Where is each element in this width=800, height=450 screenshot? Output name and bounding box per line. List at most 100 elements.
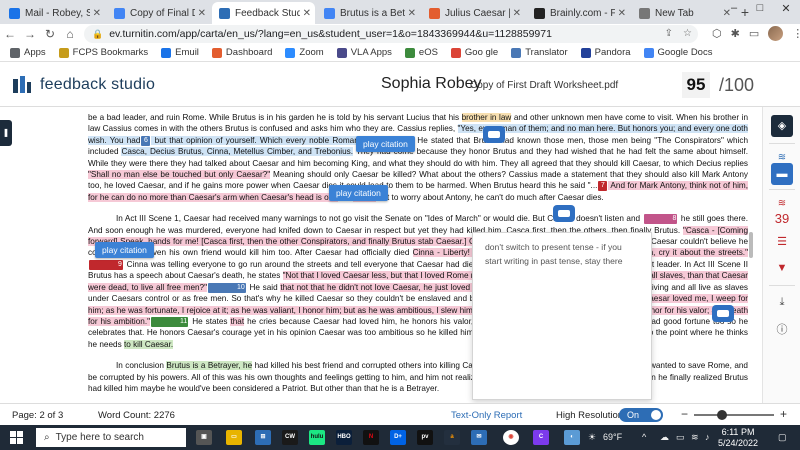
wifi-icon[interactable]: ≋ (691, 432, 699, 443)
address-bar[interactable]: 🔒 ev.turnitin.com/app/carta/en_us/?lang=… (84, 25, 698, 43)
close-window-icon[interactable]: ✕ (774, 2, 798, 15)
profile-avatar[interactable] (768, 26, 784, 41)
zoom-in-icon[interactable]: + (780, 407, 787, 421)
home-icon[interactable]: ⌂ (60, 27, 80, 41)
download-icon[interactable]: ⤓ (771, 291, 793, 313)
close-tab-icon[interactable]: ✕ (408, 8, 416, 19)
amazon-icon[interactable]: a (444, 430, 460, 445)
citation-marker[interactable]: 8 (643, 214, 678, 225)
notification-icon[interactable]: ▢ (778, 432, 787, 443)
taskbar-search-placeholder: Type here to search (55, 432, 144, 443)
quickmark-comment-icon[interactable]: ▬ (771, 163, 793, 185)
play-citation-button[interactable]: play citation (329, 185, 388, 201)
taskbar-search-box[interactable]: ⌕ Type here to search (36, 428, 186, 447)
citation-marker[interactable]: 10 (208, 282, 246, 293)
bookmark-item[interactable]: Google Docs (643, 47, 712, 58)
bookmark-item[interactable]: Apps (10, 47, 46, 58)
zoom-slider-handle[interactable] (717, 410, 727, 420)
close-tab-icon[interactable]: ✕ (198, 8, 206, 19)
hulu-icon[interactable]: hulu (309, 430, 325, 445)
similarity-count[interactable]: 39 (767, 211, 797, 226)
browser-tab[interactable]: Copy of Final Draft✕ (107, 2, 210, 24)
extensions-puzzle-icon[interactable]: ✱ (731, 27, 740, 40)
minimize-icon[interactable]: – (722, 2, 746, 14)
bookmark-item[interactable]: eOS (404, 47, 438, 58)
highlighted-text[interactable]: that (230, 316, 245, 326)
windows-start-icon[interactable] (10, 431, 23, 444)
text-only-report-link[interactable]: Text-Only Report (451, 410, 522, 421)
info-icon[interactable]: ⓘ (771, 319, 793, 341)
bookmark-label: Apps (24, 47, 46, 58)
forward-icon[interactable]: → (20, 27, 40, 41)
bookmark-item[interactable]: Translator (511, 47, 568, 58)
app-icon[interactable]: ◐ (564, 430, 580, 445)
system-clock[interactable]: 6:11 PM 5/24/2022 (718, 427, 758, 449)
share-icon[interactable]: ⇪ (665, 25, 673, 43)
extension-icon[interactable]: ⬡ (712, 27, 722, 40)
bookmark-item[interactable]: Zoom (285, 47, 324, 58)
netflix-icon[interactable]: N (363, 430, 379, 445)
back-icon[interactable]: ← (0, 27, 20, 41)
menu-kebab-icon[interactable]: ⋮ (792, 27, 800, 40)
play-citation-button[interactable]: play citation (356, 136, 415, 152)
browser-tab[interactable]: Julius Caesar | Act✕ (422, 2, 525, 24)
comment-popup[interactable]: don't switch to present tense - if you s… (472, 232, 652, 400)
citation-marker[interactable]: 7 (598, 181, 608, 192)
bookmark-item[interactable]: Dashboard (211, 47, 272, 58)
browser-tab[interactable]: New Tab ✕ (632, 2, 735, 24)
citation-marker[interactable]: 6 (141, 135, 151, 146)
document-scrollbar[interactable] (749, 232, 753, 258)
comment-bubble-icon[interactable] (712, 305, 734, 322)
browser-tab[interactable]: Brainly.com - For st✕ (527, 2, 630, 24)
cw-app-icon[interactable]: CW (282, 430, 298, 445)
bookmark-star-icon[interactable]: ☆ (683, 25, 692, 43)
highlighted-text[interactable]: brother in law (461, 113, 512, 122)
comment-bubble-icon[interactable] (553, 205, 575, 222)
task-view-icon[interactable]: ▣ (196, 430, 212, 445)
bookmark-item[interactable]: Emuil (161, 47, 199, 58)
highlighted-text[interactable]: "Shall no man else be touched but only C… (88, 170, 271, 180)
disney-plus-icon[interactable]: D+ (390, 430, 406, 445)
hbo-icon[interactable]: HBO (336, 430, 352, 445)
citation-marker[interactable]: 11 (151, 316, 189, 327)
reload-icon[interactable]: ↻ (40, 27, 60, 41)
bookmark-item[interactable]: Goo gle (450, 47, 498, 58)
onedrive-icon[interactable]: ☁ (660, 432, 669, 443)
filter-icon[interactable]: ▼ (771, 257, 793, 279)
close-tab-icon[interactable]: ✕ (93, 8, 101, 19)
left-panel-toggle[interactable]: ❚ (0, 120, 12, 146)
mail-app-icon[interactable]: ✉ (471, 430, 487, 445)
play-citation-button[interactable]: play citation (95, 242, 154, 258)
browser-tab[interactable]: Mail - Robey, Sophi✕ (2, 2, 105, 24)
zoom-out-icon[interactable]: − (681, 407, 688, 421)
tab-search-icon[interactable]: ▭ (749, 27, 759, 40)
chrome-taskbar-icon[interactable]: ◉ (503, 430, 519, 445)
close-tab-icon[interactable]: ✕ (513, 8, 521, 19)
close-tab-icon[interactable]: ✕ (618, 8, 626, 19)
citation-marker[interactable]: 9 (89, 259, 123, 270)
maximize-icon[interactable]: □ (748, 2, 772, 14)
match-overview-icon[interactable]: ☰ (771, 231, 793, 253)
bookmark-item[interactable]: VLA Apps (336, 47, 392, 58)
canva-icon[interactable]: C (533, 430, 549, 445)
zoom-slider[interactable] (694, 414, 774, 416)
comment-bubble-icon[interactable] (483, 126, 505, 143)
weather-temp[interactable]: 69°F (603, 432, 622, 442)
layers-icon[interactable]: ◈ (771, 115, 793, 137)
volume-icon[interactable]: ♪ (705, 432, 710, 442)
browser-tab[interactable]: Brutus is a Betrayer o✕ (317, 2, 420, 24)
tray-chevron-icon[interactable]: ^ (642, 432, 646, 442)
highlighted-text[interactable]: Brutus is a Betrayer, he (166, 361, 253, 371)
prime-video-icon[interactable]: pv (417, 430, 433, 445)
browser-tab[interactable]: Feedback Studio✕ (212, 2, 315, 24)
highlighted-text[interactable]: to kill Caesar. (123, 339, 174, 349)
high-resolution-toggle[interactable]: On (619, 408, 663, 422)
store-icon[interactable]: ⊞ (255, 430, 271, 445)
bookmark-item[interactable]: FCPS Bookmarks (58, 47, 148, 58)
file-explorer-icon[interactable]: ▭ (226, 430, 242, 445)
close-tab-icon[interactable]: ✕ (303, 8, 311, 19)
grade-score[interactable]: 95 (682, 72, 710, 98)
bookmark-item[interactable]: Pandora (580, 47, 631, 58)
highlighted-text[interactable]: Casca, Decius Brutus, Cinna, Metellus Ci… (121, 147, 353, 157)
battery-icon[interactable]: ▭ (676, 432, 685, 443)
